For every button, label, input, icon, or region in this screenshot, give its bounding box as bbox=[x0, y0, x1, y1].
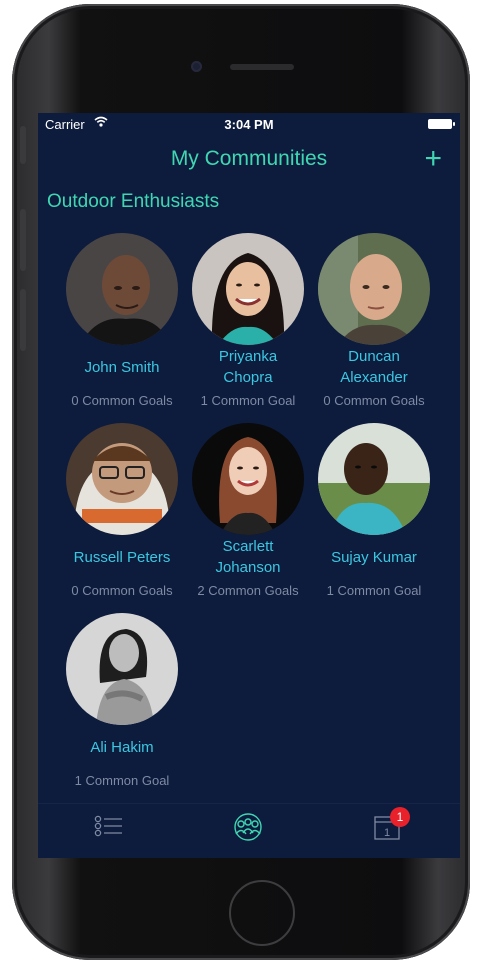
calendar-icon: 1 bbox=[368, 816, 408, 846]
add-community-button[interactable]: + bbox=[424, 141, 442, 177]
member-name: Duncan Alexander bbox=[340, 348, 408, 386]
clock: 3:04 PM bbox=[224, 117, 274, 132]
member-name: Russell Peters bbox=[73, 549, 171, 566]
avatar bbox=[318, 233, 430, 345]
tab-communities[interactable] bbox=[228, 812, 268, 844]
list-icon bbox=[89, 815, 129, 846]
status-bar: Carrier 3:04 PM bbox=[38, 113, 460, 135]
tab-goals-list[interactable] bbox=[89, 812, 129, 844]
avatar bbox=[66, 233, 178, 345]
page-title: My Communities bbox=[170, 147, 328, 170]
member-name: Priyanka Chopra bbox=[218, 348, 278, 386]
member-goals: 2 Common Goals bbox=[197, 583, 299, 598]
avatar bbox=[66, 613, 178, 725]
battery-icon bbox=[428, 119, 455, 129]
avatar bbox=[192, 233, 304, 345]
member-name: Sujay Kumar bbox=[331, 549, 417, 566]
member-name: Ali Hakim bbox=[90, 739, 154, 756]
navigation-bar: My Communities + bbox=[38, 141, 460, 181]
member-goals: 0 Common Goals bbox=[71, 393, 173, 408]
member-goals: 1 Common Goal bbox=[200, 393, 296, 408]
notification-badge: 1 bbox=[390, 807, 410, 827]
member-goals: 1 Common Goal bbox=[74, 773, 170, 788]
member-goals: 0 Common Goals bbox=[71, 583, 173, 598]
calendar-day: 1 bbox=[384, 827, 390, 839]
volume-down-button bbox=[20, 289, 26, 351]
community-title: Outdoor Enthusiasts bbox=[47, 191, 220, 212]
front-camera bbox=[191, 61, 202, 72]
earpiece-speaker bbox=[230, 64, 294, 70]
avatar bbox=[192, 423, 304, 535]
member-goals: 0 Common Goals bbox=[323, 393, 425, 408]
avatar bbox=[318, 423, 430, 535]
member-name: Scarlett Johanson bbox=[215, 538, 281, 576]
volume-up-button bbox=[20, 209, 26, 271]
community-icon bbox=[228, 813, 268, 846]
member-goals: 1 Common Goal bbox=[326, 583, 422, 598]
tab-bar: 1 1 bbox=[38, 803, 460, 858]
tab-calendar[interactable]: 1 1 bbox=[368, 807, 410, 846]
app-screen: Carrier 3:04 PM My Communities + Outdoor… bbox=[38, 113, 460, 858]
mute-switch bbox=[20, 126, 26, 164]
member-name: John Smith bbox=[84, 359, 160, 376]
home-button[interactable] bbox=[229, 880, 295, 946]
avatar bbox=[66, 423, 178, 535]
